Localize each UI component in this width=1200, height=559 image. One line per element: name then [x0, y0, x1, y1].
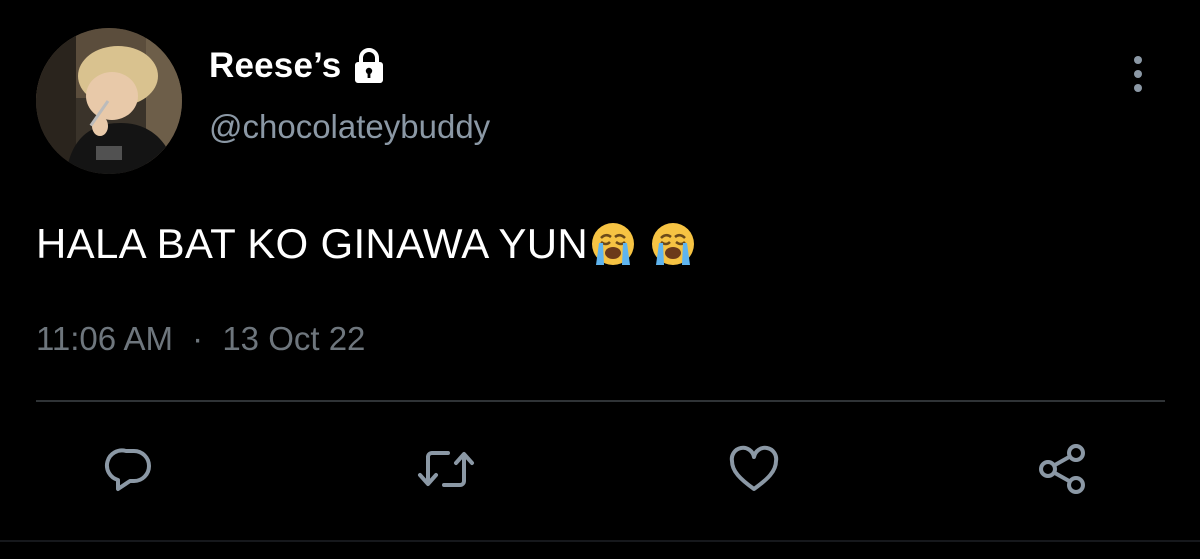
display-name[interactable]: Reese’s: [209, 46, 341, 86]
more-options-icon[interactable]: [1124, 52, 1152, 96]
tweet-body: HALA BAT KO GINAWA YUN: [36, 218, 696, 270]
reply-button[interactable]: [98, 440, 162, 502]
action-bar: [0, 440, 1200, 502]
tweet-date: 13 Oct 22: [222, 320, 366, 357]
user-handle[interactable]: @chocolateybuddy: [209, 108, 490, 146]
share-icon: [1034, 441, 1090, 502]
timestamp-separator: ·: [192, 320, 204, 357]
tweet-text: HALA BAT KO GINAWA YUN: [36, 220, 588, 267]
retweet-button[interactable]: [414, 440, 478, 502]
like-button[interactable]: [722, 440, 786, 502]
loudly-crying-face-emoji: [590, 221, 636, 267]
loudly-crying-face-emoji: [650, 221, 696, 267]
reply-icon: [104, 443, 156, 500]
lock-icon: [350, 47, 388, 85]
heart-icon: [726, 443, 782, 500]
avatar-image: [36, 28, 182, 174]
tweet-time: 11:06 AM: [36, 320, 173, 357]
share-button[interactable]: [1030, 440, 1094, 502]
author-name-row: Reese’s: [209, 44, 388, 88]
divider: [36, 400, 1165, 402]
timestamp[interactable]: 11:06 AM · 13 Oct 22: [36, 320, 365, 358]
avatar[interactable]: [36, 28, 182, 174]
retweet-icon: [416, 443, 476, 500]
bottom-divider: [0, 540, 1200, 542]
